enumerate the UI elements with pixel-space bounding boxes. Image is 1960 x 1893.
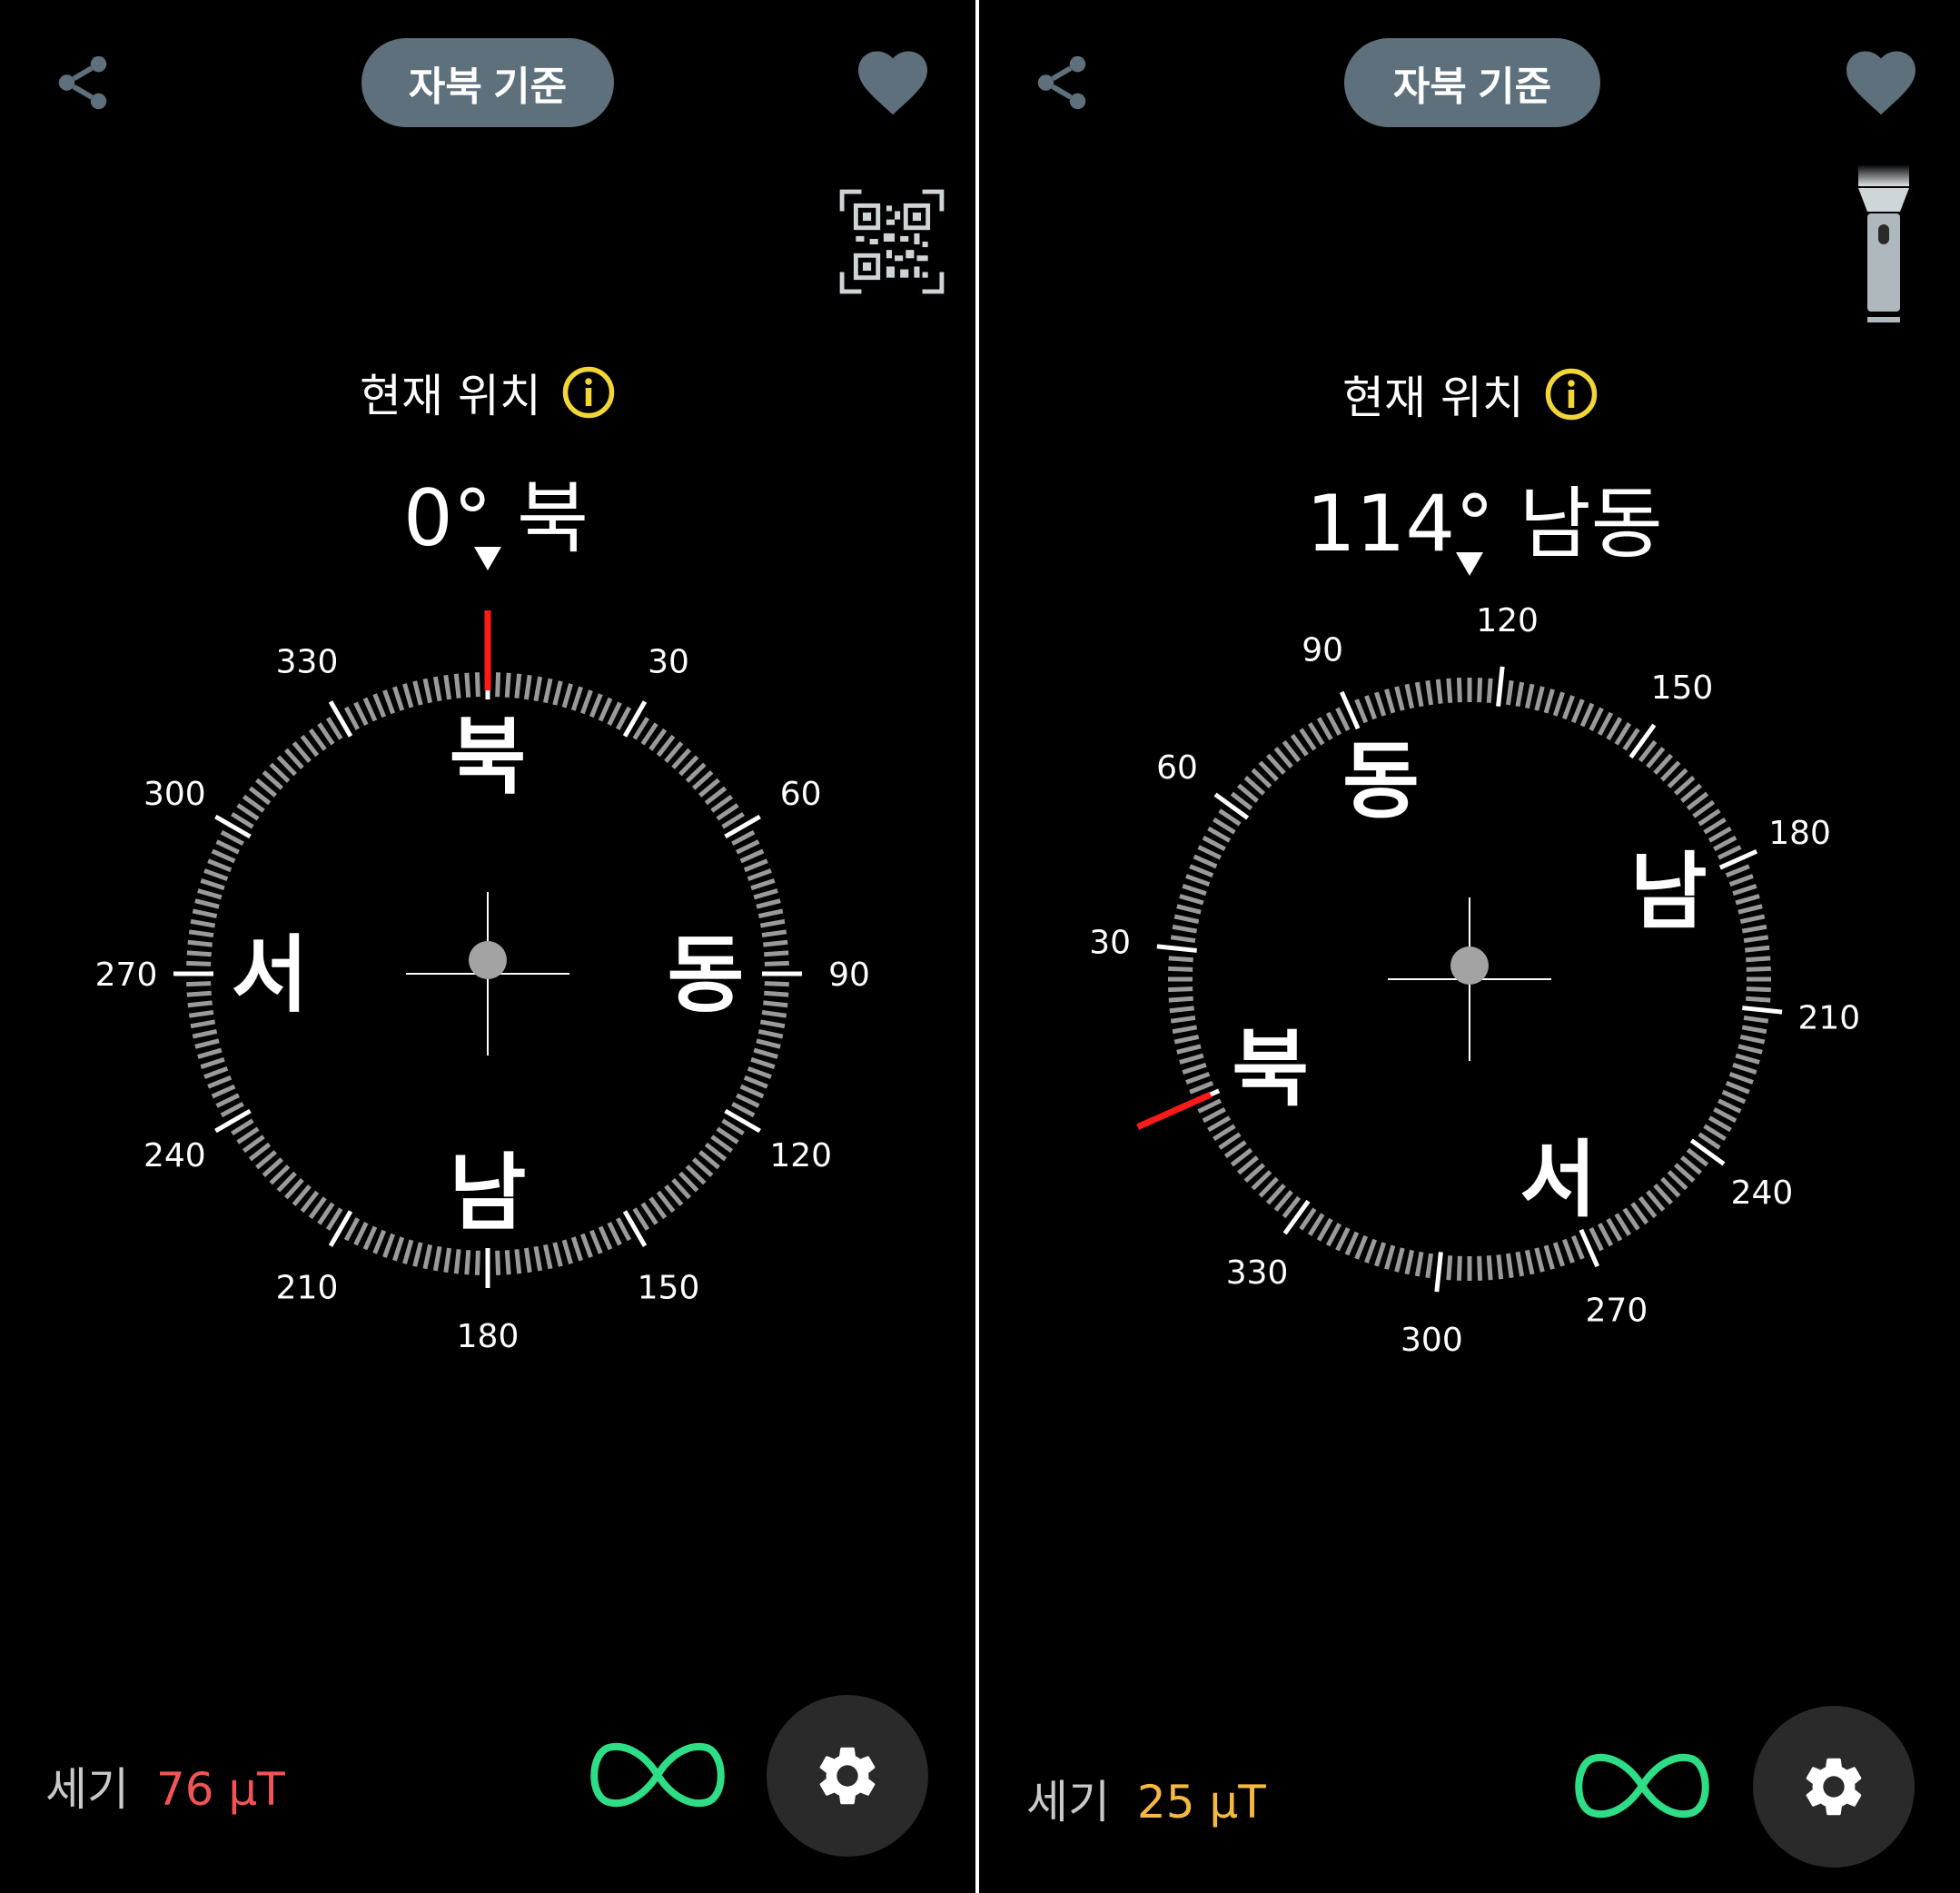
heading-pointer-icon	[1456, 552, 1483, 576]
magnetic-strength: 세기 76 μT	[45, 1753, 285, 1819]
degree-label-60: 60	[1156, 749, 1198, 787]
degree-label-270: 270	[1586, 1293, 1648, 1330]
level-bubble	[1450, 946, 1489, 985]
compass-dial[interactable]: 30 60 90 120 150 180 210 240 270 300 330 북 동남서	[979, 0, 1960, 1893]
degree-label-60: 60	[780, 776, 822, 813]
magnetic-strength: 세기 25 μT	[1026, 1766, 1266, 1831]
compass-screen-left: 자북 기준 현재 위치 0° 북 30 60 90 120 150 180 21…	[0, 0, 975, 1893]
degree-label-180: 180	[1768, 815, 1831, 852]
degree-label-300: 300	[1401, 1322, 1463, 1359]
degree-label-120: 120	[1476, 602, 1539, 639]
gear-icon	[819, 1747, 876, 1805]
infinity-icon	[590, 1742, 725, 1808]
heading-pointer-icon	[474, 547, 501, 570]
cardinal-north: 북	[450, 709, 527, 806]
cardinal-east: 동	[1342, 733, 1420, 830]
degree-label-330: 330	[276, 643, 339, 680]
degree-label-150: 150	[638, 1270, 700, 1307]
calibration-button[interactable]	[1568, 1748, 1717, 1828]
cardinal-west: 서	[232, 927, 309, 1024]
cardinal-south: 남	[1630, 843, 1708, 940]
infinity-icon	[1575, 1753, 1709, 1819]
degree-label-330: 330	[1226, 1254, 1289, 1292]
major-tick-300	[1434, 1252, 1443, 1293]
settings-button[interactable]	[1753, 1706, 1915, 1868]
strength-label: 세기	[1026, 1776, 1110, 1829]
settings-button[interactable]	[767, 1695, 928, 1857]
major-tick-330	[1282, 1199, 1311, 1235]
compass-screen-right: 자북 기준 현재 위치 114° 남동 30 60 90 120 150 180 210 24…	[979, 0, 1960, 1893]
gear-icon	[1806, 1758, 1862, 1816]
cardinal-west: 서	[1519, 1131, 1597, 1228]
cardinal-south: 남	[450, 1145, 527, 1242]
calibration-button[interactable]	[583, 1737, 732, 1817]
degree-label-210: 210	[1797, 1000, 1860, 1037]
major-tick-210	[1742, 1006, 1783, 1015]
strength-label: 세기	[45, 1763, 129, 1816]
degree-label-30: 30	[648, 643, 689, 680]
degree-label-210: 210	[276, 1270, 339, 1307]
cardinal-east: 동	[668, 927, 745, 1024]
degree-label-150: 150	[1651, 669, 1714, 707]
degree-label-90: 90	[828, 956, 870, 994]
degree-label-240: 240	[1731, 1174, 1794, 1212]
major-tick-30	[1156, 944, 1197, 953]
degree-label-120: 120	[769, 1137, 832, 1174]
degree-label-300: 300	[144, 776, 206, 813]
level-bubble	[469, 941, 507, 979]
strength-value: 25 μT	[1136, 1776, 1266, 1829]
degree-label-240: 240	[144, 1137, 206, 1174]
cardinal-north: 북	[1232, 1021, 1309, 1118]
degree-label-30: 30	[1089, 924, 1131, 961]
major-tick-150	[1628, 723, 1657, 759]
compass-dial[interactable]: 30 60 90 120 150 180 210 240 270 300 330 북동남 서	[0, 0, 975, 1893]
strength-value: 76 μT	[155, 1763, 285, 1816]
degree-label-90: 90	[1302, 631, 1343, 669]
major-tick-60	[1213, 792, 1250, 820]
degree-label-270: 270	[95, 956, 158, 994]
degree-label-180: 180	[457, 1318, 520, 1355]
major-tick-120	[1496, 666, 1505, 707]
major-tick-240	[1689, 1138, 1726, 1166]
